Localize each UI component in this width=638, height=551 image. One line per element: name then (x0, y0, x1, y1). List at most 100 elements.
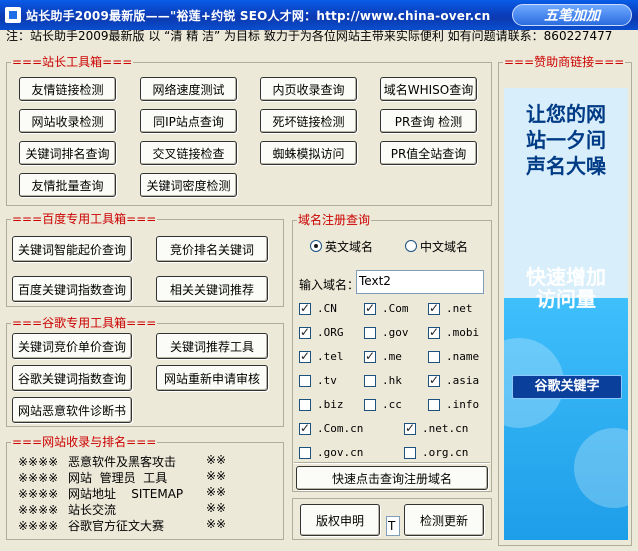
app-icon (5, 7, 21, 23)
star-suffix: ※※ (206, 501, 227, 515)
checkbox-gov-label: .gov (382, 326, 409, 339)
radio-chinese-domain[interactable] (405, 240, 417, 252)
ad-slogan: 快速增加 访问量 (504, 266, 628, 310)
star-suffix: ※※ (206, 517, 227, 531)
copyright-button[interactable]: 版权申明 (300, 504, 380, 536)
divider (294, 462, 490, 464)
radio-english-label: 英文域名 (325, 240, 374, 254)
checkbox-gov-cn[interactable] (299, 447, 311, 459)
google-tools-title: ===谷歌专用工具箱=== (11, 316, 158, 330)
checkbox-net-cn-label: .net.cn (422, 422, 469, 435)
keyword-rank-button[interactable]: 关键词排名查询 (19, 141, 116, 165)
friend-link-check-button[interactable]: 友情链接检测 (19, 77, 116, 101)
ranking-link-webmaster-tools[interactable]: ※※※※ 网站 管理员 工具 ※※ (18, 469, 226, 486)
star-prefix: ※※※※ (18, 455, 59, 469)
checkbox-info-label: .info (446, 398, 480, 411)
ranking-link-sitemap[interactable]: ※※※※ 网站地址 SITEMAP ※※ (18, 485, 226, 502)
ad-slogan-line-2: 访问量 (536, 287, 596, 311)
keyword-cpc-query-button[interactable]: 关键词竞价单价查询 (12, 333, 132, 359)
checkbox-net[interactable] (428, 301, 440, 315)
inner-page-index-button[interactable]: 内页收录查询 (260, 77, 357, 101)
checkbox-biz-label: .biz (317, 398, 344, 411)
title-bar: 站长助手2009最新版——"裕莲+约锐 SEO人才网：http://www.ch… (0, 0, 638, 30)
same-ip-sites-button[interactable]: 同IP站点查询 (140, 109, 237, 133)
ranking-link-label: 网站 管理员 工具 (68, 471, 168, 485)
ad-slogan-line-1: 快速增加 (526, 265, 606, 289)
ad-background (504, 298, 628, 540)
pr-site-wide-button[interactable]: PR值全站查询 (380, 141, 477, 165)
keyword-density-button[interactable]: 关键词密度检测 (140, 173, 237, 197)
checkbox-info[interactable] (428, 399, 440, 411)
checkbox-gov[interactable] (364, 327, 376, 339)
site-index-check-button[interactable]: 网站收录检测 (19, 109, 116, 133)
checkbox-tel[interactable] (299, 349, 311, 363)
google-keyword-index-button[interactable]: 谷歌关键词指数查询 (12, 365, 132, 391)
friend-batch-query-button[interactable]: 友情批量查询 (19, 173, 116, 197)
checkbox-me[interactable] (364, 349, 376, 363)
checkbox-tel-label: .tel (317, 350, 344, 363)
sponsor-ad-banner[interactable]: 让您的网 站一夕间 声名大噪 快速增加 访问量 谷歌关键字 (504, 88, 628, 540)
check-update-button[interactable]: 检测更新 (404, 504, 484, 536)
checkbox-cc[interactable] (364, 399, 376, 411)
checkbox-net-cn[interactable] (404, 421, 416, 435)
star-suffix: ※※ (206, 453, 227, 467)
checkbox-hk[interactable] (364, 375, 376, 387)
checkbox-hk-label: .hk (382, 374, 402, 387)
ranking-link-malware[interactable]: ※※※※ 恶意软件及黑客攻击 ※※ (18, 453, 226, 470)
bid-ranking-keyword-button[interactable]: 竞价排名关键词 (156, 236, 268, 262)
domain-query-title: 域名注册查询 (297, 213, 372, 227)
ad-decor-shape (574, 428, 628, 508)
domain-input[interactable]: Text2 (356, 270, 484, 294)
dead-link-check-button[interactable]: 死坏链接检测 (260, 109, 357, 133)
ranking-link-google-contest[interactable]: ※※※※ 谷歌官方征文大赛 ※※ (18, 517, 226, 534)
ad-keyword-button[interactable]: 谷歌关键字 (512, 375, 622, 399)
ad-headline-line-2: 站一夕间 (526, 128, 606, 152)
checkbox-org-cn-label: .org.cn (422, 446, 469, 459)
star-prefix: ※※※※ (18, 471, 59, 485)
checkbox-com-cn-label: .Com.cn (317, 422, 364, 435)
baidu-keyword-index-button[interactable]: 百度关键词指数查询 (12, 276, 132, 302)
ranking-link-label: 谷歌官方征文大赛 (68, 519, 165, 533)
checkbox-mobi[interactable] (428, 325, 440, 339)
notice-text: 注：站长助手2009最新版 以 “清 精 洁” 为目标 致力于为各位网站主带来实… (6, 29, 613, 43)
domain-input-label: 输入域名： (299, 278, 360, 292)
checkbox-net-label: .net (446, 302, 473, 315)
network-speed-test-button[interactable]: 网络速度测试 (140, 77, 237, 101)
checkbox-org[interactable] (299, 325, 311, 339)
keyword-bid-price-button[interactable]: 关键词智能起价查询 (12, 236, 132, 262)
checkbox-mobi-label: .mobi (446, 326, 480, 339)
baidu-tools-title: ===百度专用工具箱=== (11, 212, 158, 226)
checkbox-cn-label: .CN (317, 302, 337, 315)
malware-diagnosis-button[interactable]: 网站恶意软件诊断书 (12, 397, 132, 423)
ranking-link-label: 站长交流 (68, 503, 117, 517)
footer-field[interactable]: T (386, 516, 400, 536)
window-title: 站长助手2009最新版——"裕莲+约锐 SEO人才网：http://www.ch… (26, 9, 491, 23)
checkbox-tv[interactable] (299, 375, 311, 387)
ranking-title: ===网站收录与排名=== (11, 435, 158, 449)
checkbox-org-cn[interactable] (404, 447, 416, 459)
domain-whois-button[interactable]: 域名WHISO查询 (380, 77, 477, 101)
star-prefix: ※※※※ (18, 503, 59, 517)
checkbox-com-cn[interactable] (299, 421, 311, 435)
radio-english-domain[interactable] (310, 240, 322, 252)
checkbox-cn[interactable] (299, 301, 311, 315)
pr-query-button[interactable]: PR查询 检测 (380, 109, 477, 133)
star-suffix: ※※ (206, 485, 227, 499)
keyword-suggest-tool-button[interactable]: 关键词推荐工具 (156, 333, 268, 359)
site-reconsideration-button[interactable]: 网站重新申请审核 (156, 365, 268, 391)
checkbox-me-label: .me (382, 350, 402, 363)
cross-link-check-button[interactable]: 交叉链接检查 (140, 141, 237, 165)
checkbox-biz[interactable] (299, 399, 311, 411)
related-keyword-button[interactable]: 相关关键词推荐 (156, 276, 268, 302)
spider-simulation-button[interactable]: 蜘蛛模拟访问 (260, 141, 357, 165)
webmaster-tools-title: ===站长工具箱=== (11, 55, 134, 69)
checkbox-name[interactable] (428, 351, 440, 363)
checkbox-cc-label: .cc (382, 398, 402, 411)
checkbox-com[interactable] (364, 301, 376, 315)
ranking-link-webmaster-forum[interactable]: ※※※※ 站长交流 ※※ (18, 501, 226, 518)
radio-chinese-label: 中文域名 (420, 240, 469, 254)
domain-query-button[interactable]: 快速点击查询注册域名 (296, 466, 488, 490)
ad-headline-line-1: 让您的网 (526, 102, 606, 126)
checkbox-asia[interactable] (428, 373, 440, 387)
checkbox-name-label: .name (446, 350, 480, 363)
